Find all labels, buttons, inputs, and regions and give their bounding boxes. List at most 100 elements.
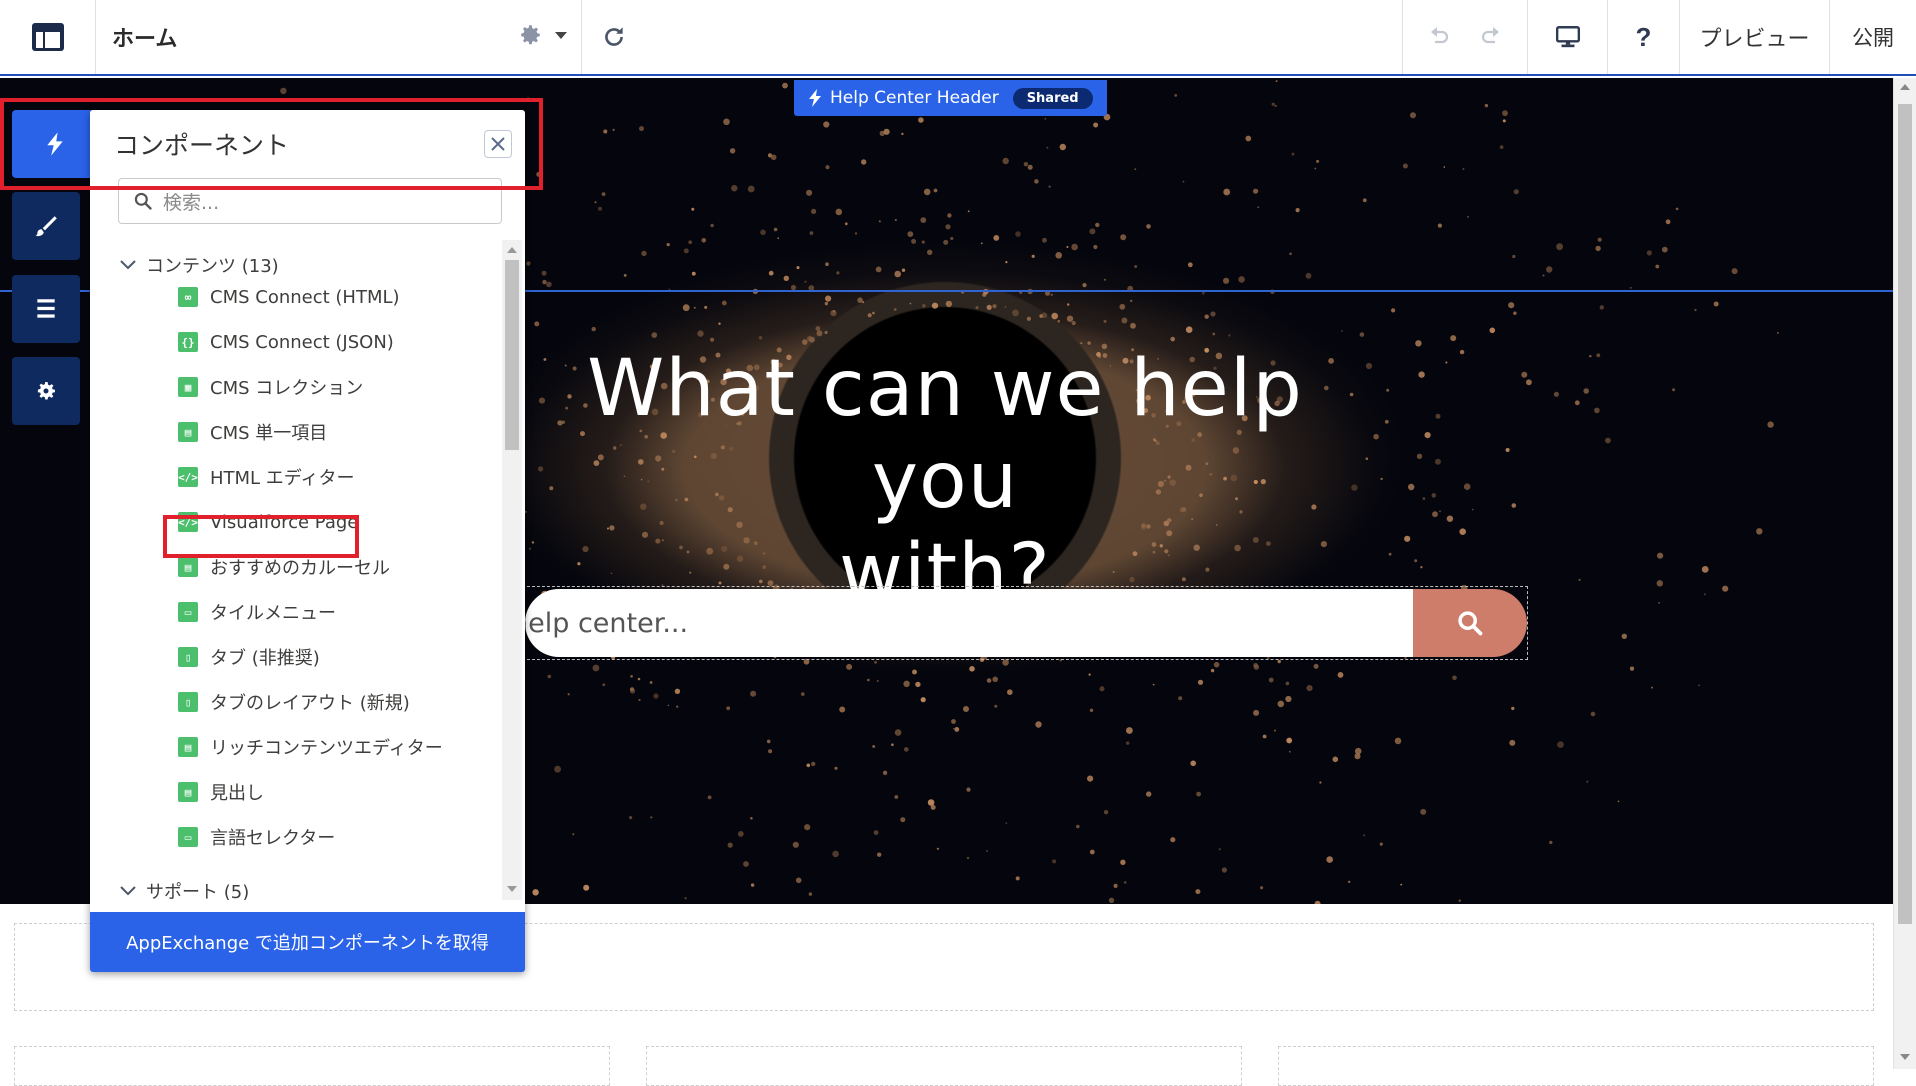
hero-search-component[interactable]: help center... [522,586,1528,660]
coffee-speck [750,690,757,697]
component-item-language-selector[interactable]: ▭ 言語セレクター [178,820,335,854]
canvas-scrollbar[interactable] [1893,78,1916,1069]
coffee-speck [1204,314,1209,319]
category-support[interactable]: サポート (5) [120,876,249,900]
coffee-speck [873,830,879,835]
component-list-scroll-thumb[interactable] [505,260,519,450]
coffee-speck [1103,810,1109,815]
coffee-speck [1285,695,1292,703]
component-list-scrollbar[interactable] [502,240,522,900]
coffee-speck [1201,291,1205,295]
coffee-speck [1458,899,1461,902]
coffee-speck [1099,686,1105,692]
settings-rail-button[interactable] [12,357,80,425]
coffee-speck [893,308,897,311]
coffee-speck [1103,319,1107,323]
page-selector[interactable]: ホーム [96,0,582,74]
coffee-speck [1218,848,1221,851]
coffee-speck [1384,419,1389,424]
undo-icon[interactable] [1426,25,1452,49]
component-item-cms-connect-html[interactable]: ∞ CMS Connect (HTML) [178,280,400,314]
coffee-speck [1557,741,1564,748]
component-item-label: リッチコンテンツエディター [210,738,443,759]
coffee-speck [1511,503,1517,508]
gear-icon[interactable] [517,22,543,48]
component-item-tabs-layout[interactable]: ▯ タブのレイアウト (新規) [178,685,410,719]
component-item-heading[interactable]: ▤ 見出し [178,775,264,809]
coffee-speck [1041,312,1048,319]
appexchange-button[interactable]: AppExchange で追加コンポーネントを取得 [90,912,525,972]
coffee-speck [1694,308,1697,312]
coffee-speck [721,300,727,306]
column-drop-zone-2[interactable] [646,1046,1242,1086]
component-item-cms-collection[interactable]: ▦ CMS コレクション [178,370,363,404]
hero-search-button[interactable] [1413,589,1527,657]
header-component-tag[interactable]: Help Center Header Shared [794,80,1107,116]
device-preview-button[interactable] [1528,0,1608,74]
coffee-speck [903,680,910,687]
scrollbar-thumb[interactable] [1898,104,1912,924]
highlight-box-components-tab [0,98,543,190]
help-button[interactable]: ? [1608,0,1680,74]
redo-icon[interactable] [1478,25,1504,49]
category-content[interactable]: コンテンツ (13) [120,250,279,280]
scroll-up-arrow-icon[interactable] [507,247,517,253]
coffee-speck [1701,566,1709,573]
coffee-speck [629,816,633,820]
coffee-speck [1196,791,1201,797]
component-item-label: 言語セレクター [210,828,336,849]
coffee-speck [572,833,575,836]
coffee-speck [986,678,992,683]
scroll-down-arrow-icon[interactable] [507,886,517,892]
coffee-speck [1703,593,1706,596]
coffee-speck [801,692,805,696]
column-drop-zone-3[interactable] [1278,1046,1874,1086]
coffee-speck [1594,407,1600,414]
refresh-button[interactable] [582,0,646,74]
coffee-speck [1210,668,1215,673]
theme-rail-button[interactable] [12,192,80,260]
coffee-speck [1471,508,1474,511]
component-item-tabs[interactable]: ▯ タブ (非推奨) [178,640,320,674]
coffee-speck [876,680,879,682]
component-item-cms-connect-json[interactable]: {} CMS Connect (JSON) [178,325,394,359]
publish-button[interactable]: 公開 [1830,0,1916,74]
hero-search-input[interactable]: help center... [525,589,1417,657]
coffee-speck [750,817,753,820]
coffee-speck [1212,332,1216,336]
preview-button[interactable]: プレビュー [1680,0,1830,74]
component-item-cms-single-item[interactable]: ▤ CMS 単一項目 [178,415,327,449]
coffee-speck [1146,791,1152,797]
coffee-speck [727,842,733,848]
coffee-speck [872,311,875,315]
coffee-speck [1435,458,1441,465]
coffee-speck [1509,739,1516,746]
component-search-placeholder: 検索... [163,191,220,214]
tabs-layout-icon: ▯ [178,692,198,712]
component-item-html-editor[interactable]: </> HTML エディター [178,460,355,494]
page-structure-rail-button[interactable] [12,275,80,343]
coffee-speck [969,666,975,672]
coffee-speck [1513,311,1517,315]
column-drop-zone-1[interactable] [14,1046,610,1086]
coffee-speck [1657,552,1664,559]
coffee-speck [1285,681,1290,686]
coffee-speck [737,831,744,837]
coffee-speck [975,306,979,310]
component-item-rich-content-editor[interactable]: ▤ リッチコンテンツエディター [178,730,443,764]
coffee-speck [1007,689,1013,695]
coffee-speck [1553,391,1559,397]
coffee-speck [1002,659,1009,666]
coffee-speck [945,300,953,308]
coffee-speck [591,326,596,332]
coffee-speck [726,706,731,711]
scroll-down-arrow-icon[interactable] [1900,1054,1910,1060]
chevron-down-icon[interactable] [555,32,567,40]
app-menu-button[interactable] [0,0,96,74]
coffee-speck [1012,309,1019,317]
coffee-speck [1379,842,1383,846]
scroll-up-arrow-icon[interactable] [1900,84,1910,90]
coffee-speck [653,693,659,699]
coffee-speck [1388,552,1392,556]
component-item-tile-menu[interactable]: ▭ タイルメニュー [178,595,336,629]
